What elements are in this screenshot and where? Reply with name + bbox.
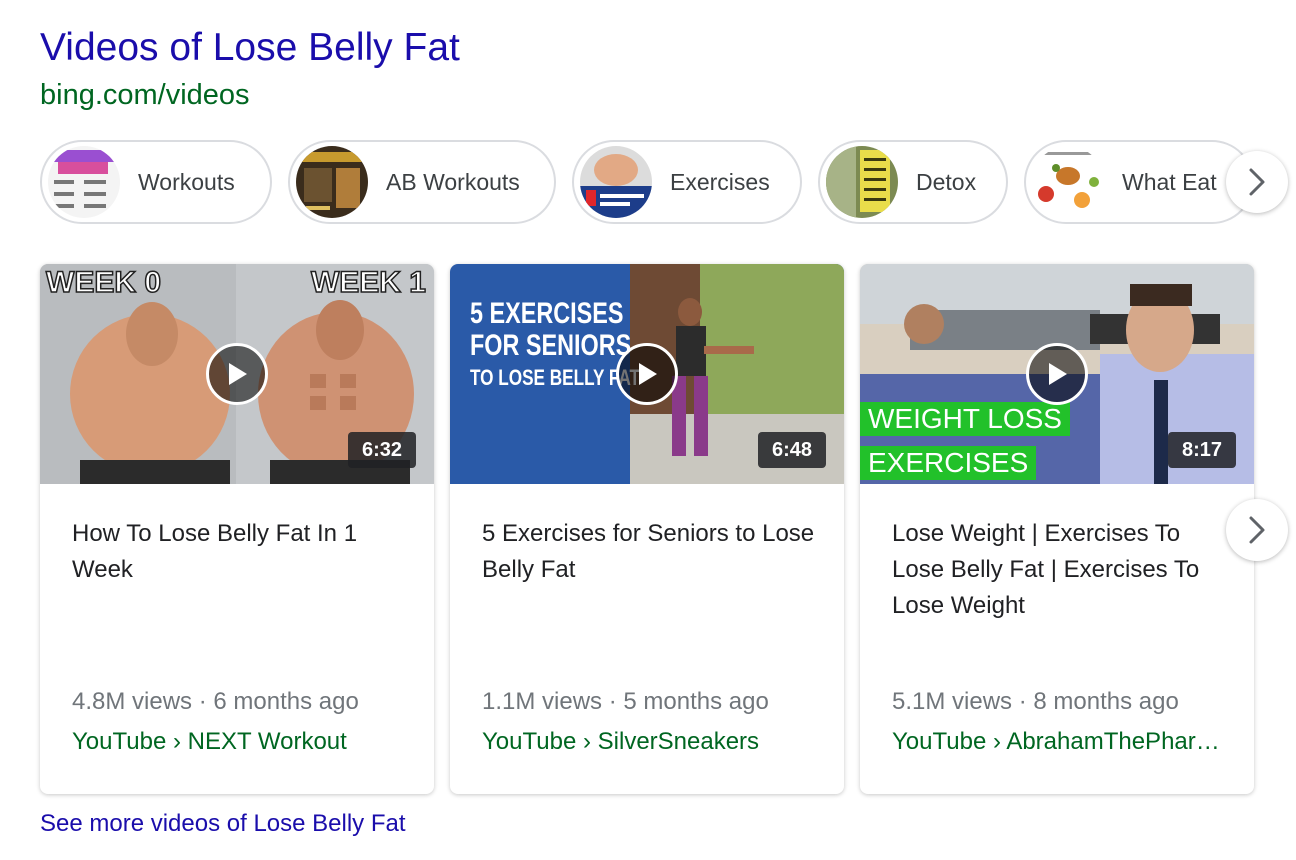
source-url: bing.com/videos	[40, 79, 250, 111]
play-icon	[229, 363, 247, 385]
video-source: YouTube › SilverSneakers	[482, 728, 760, 755]
caption-line: TO LOSE BELLY FAT	[470, 365, 641, 390]
chip-workouts-thumbnail	[48, 146, 120, 218]
chip-label: What Eat	[1122, 168, 1217, 195]
chip-workouts[interactable]: Workouts	[40, 140, 272, 224]
video-title[interactable]: How To Lose Belly Fat In 1 Week	[72, 516, 412, 588]
video-title[interactable]: Lose Weight | Exercises To Lose Belly Fa…	[892, 516, 1232, 624]
play-button[interactable]	[616, 343, 678, 405]
chip-exercises[interactable]: Exercises	[572, 140, 802, 224]
video-duration: 6:48	[757, 432, 826, 468]
chip-label: AB Workouts	[386, 168, 520, 195]
video-duration: 6:32	[347, 432, 416, 468]
video-card[interactable]: WEIGHT LOSS EXERCISES 8:17 Lose Weight |…	[860, 264, 1254, 794]
video-meta: 1.1M views · 5 months ago	[482, 688, 769, 715]
chip-ab-workouts[interactable]: AB Workouts	[288, 140, 556, 224]
chip-detox[interactable]: Detox	[818, 140, 1008, 224]
caption-line: 5 EXERCISES	[470, 297, 624, 330]
video-thumbnail: WEEK 0 WEEK 1 6:32	[40, 264, 434, 484]
video-source: YouTube › AbrahamThePharmacist	[892, 728, 1232, 755]
chip-what-eat[interactable]: What Eat	[1024, 140, 1254, 224]
video-card[interactable]: 5 EXERCISES FOR SENIORS TO LOSE BELLY FA…	[450, 264, 844, 794]
thumbnail-caption: EXERCISES	[860, 446, 1037, 480]
chip-label: Exercises	[670, 168, 770, 195]
video-duration: 8:17	[1167, 432, 1236, 468]
see-more-link[interactable]: See more videos of Lose Belly Fat	[40, 810, 406, 838]
video-thumbnail: WEIGHT LOSS EXERCISES 8:17	[860, 264, 1254, 484]
chip-label: Detox	[916, 168, 977, 195]
video-thumbnail: 5 EXERCISES FOR SENIORS TO LOSE BELLY FA…	[450, 264, 844, 484]
play-button[interactable]	[206, 343, 268, 405]
chip-ab-workouts-thumbnail	[296, 146, 368, 218]
chip-exercises-thumbnail	[580, 146, 652, 218]
video-meta: 4.8M views · 6 months ago	[72, 688, 359, 715]
video-meta: 5.1M views · 8 months ago	[892, 688, 1179, 715]
play-icon	[1049, 363, 1067, 385]
video-card[interactable]: WEEK 0 WEEK 1 6:32 How To Lose Belly Fat…	[40, 264, 434, 794]
chip-what-eat-thumbnail	[1032, 146, 1104, 218]
chips-next-button[interactable]	[1226, 151, 1288, 213]
chip-label: Workouts	[138, 168, 235, 195]
play-icon	[639, 363, 657, 385]
chevron-right-icon	[1249, 516, 1265, 544]
thumbnail-caption: WEIGHT LOSS	[860, 402, 1070, 436]
play-button[interactable]	[1026, 343, 1088, 405]
thumbnail-caption: WEEK 1	[310, 265, 427, 300]
page-title[interactable]: Videos of Lose Belly Fat	[40, 24, 460, 72]
chevron-right-icon	[1249, 168, 1265, 196]
video-source: YouTube › NEXT Workout	[72, 728, 347, 755]
videos-next-button[interactable]	[1226, 499, 1288, 561]
chip-detox-thumbnail	[826, 146, 898, 218]
video-title[interactable]: 5 Exercises for Seniors to Lose Belly Fa…	[482, 516, 822, 588]
caption-line: FOR SENIORS	[470, 329, 632, 362]
related-chips: Workouts AB Workouts Exercises Detox Wha…	[40, 140, 1296, 224]
thumbnail-caption: WEEK 0	[45, 265, 162, 300]
